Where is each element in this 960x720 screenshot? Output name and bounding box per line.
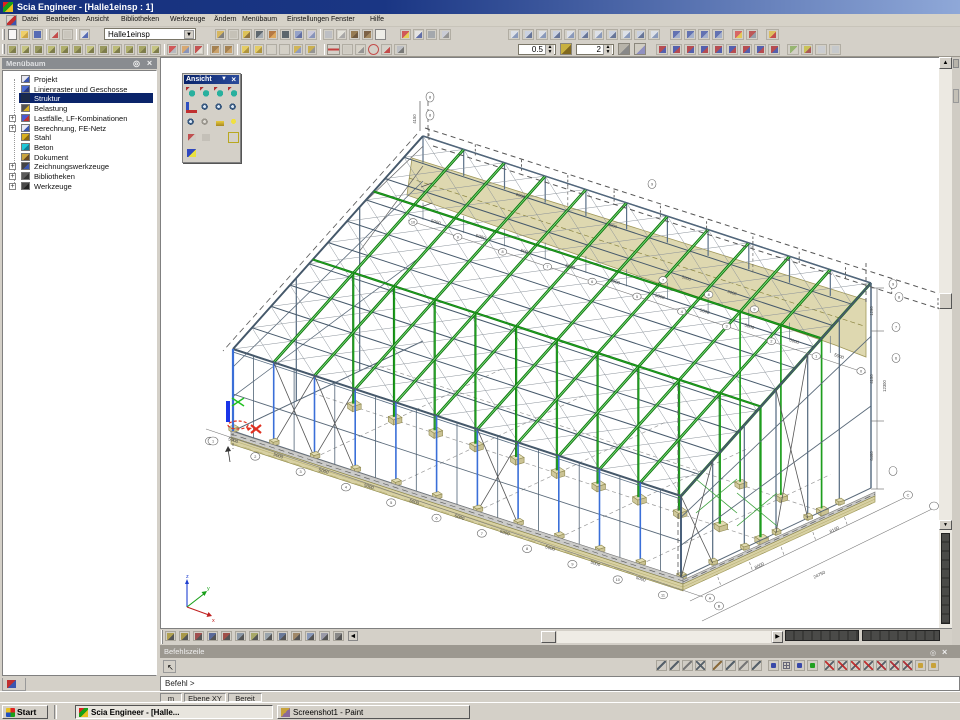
svg-text:8: 8 <box>502 250 504 254</box>
svg-text:8000: 8000 <box>754 561 766 570</box>
svg-text:1290: 1290 <box>869 306 874 316</box>
svg-text:7: 7 <box>481 532 483 536</box>
svg-text:8: 8 <box>898 295 900 299</box>
svg-text:9: 9 <box>651 182 653 186</box>
svg-text:2: 2 <box>254 455 256 459</box>
svg-text:8190: 8190 <box>829 525 841 534</box>
svg-text:6460: 6460 <box>869 451 874 461</box>
svg-text:3: 3 <box>300 470 302 474</box>
svg-text:7: 7 <box>895 325 897 329</box>
svg-text:8: 8 <box>708 293 710 297</box>
svg-text:7: 7 <box>662 278 664 282</box>
svg-text:10: 10 <box>411 220 415 224</box>
svg-text:5000: 5000 <box>430 218 442 226</box>
svg-text:6: 6 <box>895 356 897 360</box>
svg-text:1: 1 <box>212 439 214 443</box>
svg-text:C: C <box>907 493 910 497</box>
svg-text:6: 6 <box>435 516 437 520</box>
svg-text:5: 5 <box>636 295 638 299</box>
svg-text:5000: 5000 <box>654 293 666 301</box>
svg-text:A: A <box>709 596 712 600</box>
svg-text:5000: 5000 <box>699 307 711 315</box>
svg-text:B: B <box>718 604 721 608</box>
svg-text:9: 9 <box>753 308 755 312</box>
svg-text:2: 2 <box>770 340 772 344</box>
svg-text:1: 1 <box>815 355 817 359</box>
svg-text:6: 6 <box>591 280 593 284</box>
svg-text:10: 10 <box>616 578 620 582</box>
svg-text:4150: 4150 <box>412 114 417 124</box>
svg-text:y: y <box>207 586 210 592</box>
svg-text:z: z <box>186 574 189 580</box>
svg-text:8: 8 <box>526 547 528 551</box>
svg-text:12300: 12300 <box>882 380 887 392</box>
svg-text:11: 11 <box>661 593 665 597</box>
svg-text:5000: 5000 <box>475 233 487 241</box>
svg-text:24750: 24750 <box>813 569 827 579</box>
svg-text:x: x <box>212 618 215 624</box>
svg-text:5000: 5000 <box>520 248 532 256</box>
svg-text:9: 9 <box>457 235 459 239</box>
svg-text:8: 8 <box>429 95 431 99</box>
svg-text:4: 4 <box>681 310 683 314</box>
svg-text:5: 5 <box>390 501 392 505</box>
svg-text:5000: 5000 <box>789 337 801 345</box>
svg-text:7: 7 <box>546 265 548 269</box>
svg-text:3: 3 <box>726 325 728 329</box>
svg-text:8: 8 <box>429 113 431 117</box>
svg-text:9: 9 <box>892 282 894 286</box>
svg-text:0: 0 <box>860 369 862 373</box>
svg-text:4: 4 <box>345 486 347 490</box>
svg-text:4150: 4150 <box>869 374 874 384</box>
svg-text:9: 9 <box>571 563 573 567</box>
svg-text:5000: 5000 <box>744 322 756 330</box>
